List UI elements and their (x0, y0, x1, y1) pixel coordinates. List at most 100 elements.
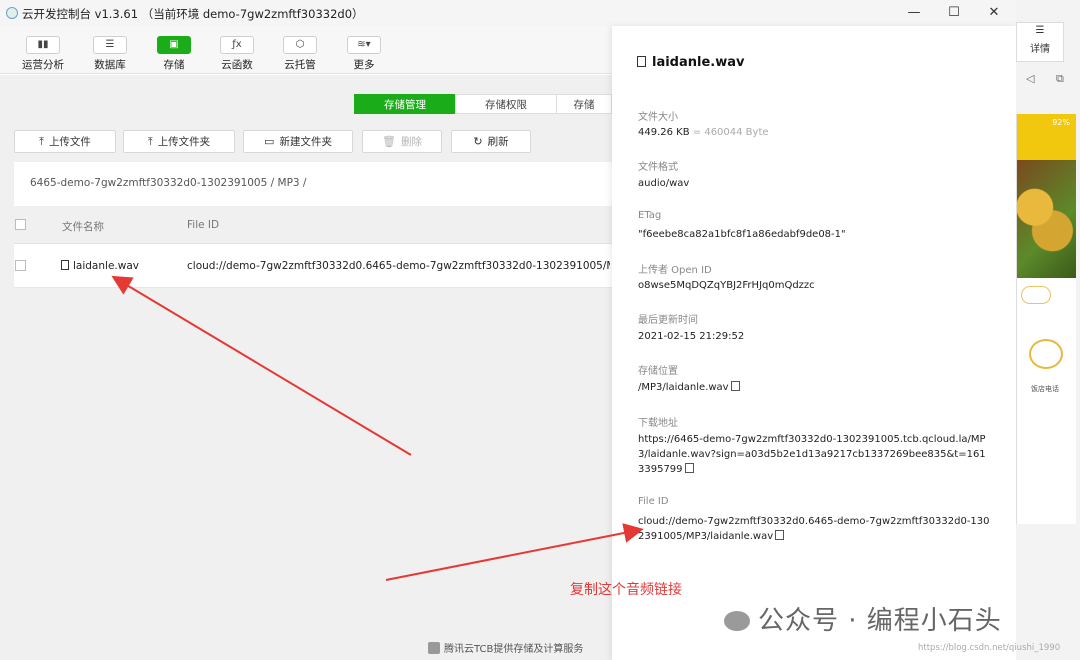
app-logo-icon (6, 7, 18, 19)
storage-main: 存储管理 存储权限 存储 ⤒ 上传文件 ⤒ 上传文件夹 ▭ 新建文件夹 🗑 删除 ↻ 刷新… (0, 75, 612, 660)
button-label: 刷新 (487, 136, 509, 148)
delete-button[interactable]: 🗑 删除 (362, 130, 442, 153)
main-toolbar: ▮▮ 运营分析 ☰ 数据库 ▣ 存储 ƒx 云函数 ⬡ 云托管 ≋▾ 更多 (0, 26, 612, 74)
breadcrumb: 6465-demo-7gw2zmftf30332d0-1302391005 / … (14, 162, 612, 206)
phone-search-box[interactable] (1021, 286, 1051, 304)
location-text: /MP3/laidanle.wav (638, 382, 729, 393)
refresh-icon: ↻ (473, 135, 483, 148)
toolbar-label: 数据库 (94, 59, 126, 71)
new-folder-button[interactable]: ▭ 新建文件夹 (243, 130, 353, 153)
table-row[interactable]: laidanle.wav cloud://demo-7gw2zmftf30332… (14, 244, 612, 288)
field-label-uploader: 上传者 Open ID (638, 265, 712, 276)
phone-nav-bar (1017, 132, 1076, 160)
field-label-size: 文件大小 (638, 112, 678, 123)
toolbar-database[interactable]: ☰ 数据库 (82, 36, 138, 72)
toolbar-storage[interactable]: ▣ 存储 (146, 36, 202, 72)
field-label-file-id: File ID (638, 496, 669, 507)
field-value-etag: "f6eebe8ca82a1bfc8f1a86edabf9de08-1" (638, 229, 846, 240)
copy-icon[interactable] (684, 463, 694, 473)
footer-text: 腾讯云TCB提供存储及计算服务 (444, 644, 584, 655)
tab-storage-more[interactable]: 存储 (556, 94, 612, 114)
copy-icon[interactable] (730, 381, 740, 391)
close-button[interactable]: ✕ (979, 3, 1009, 23)
file-id-text: cloud://demo-7gw2zmftf30332d0.6465-demo-… (638, 516, 990, 542)
tab-storage-management[interactable]: 存储管理 (354, 94, 456, 114)
upload-icon: ⤒ (39, 135, 44, 148)
file-id-cell: cloud://demo-7gw2zmftf30332d0.6465-demo-… (187, 260, 610, 272)
csdn-watermark: https://blog.csdn.net/qiushi_1990 (918, 643, 1061, 653)
trash-icon: 🗑 (382, 135, 396, 148)
watermark: 公众号 · 编程小石头 (724, 600, 1002, 637)
menu-icon: ☰ (1035, 25, 1045, 36)
toolbar-cloud-functions[interactable]: ƒx 云函数 (209, 36, 265, 72)
file-icon (61, 260, 69, 270)
field-value-size: 449.26 KB = 460044 Byte (638, 125, 992, 140)
simulator-strip: ☰ 详情 ◁ ⧉ 92% 饭店电话 (1016, 0, 1080, 660)
detail-tab[interactable]: ☰ 详情 (1016, 22, 1064, 62)
field-label-location: 存储位置 (638, 366, 678, 377)
annotation-caption: 复制这个音频链接 (570, 582, 682, 598)
wechat-logo-icon (724, 611, 750, 631)
copy-icon[interactable] (775, 530, 785, 540)
detail-tab-label: 详情 (1030, 44, 1050, 55)
select-all-checkbox[interactable] (15, 219, 26, 230)
detail-title: laidanle.wav (637, 55, 745, 70)
wechat-icon[interactable] (1029, 339, 1063, 369)
button-label: 删除 (400, 136, 422, 148)
upload-file-button[interactable]: ⤒ 上传文件 (14, 130, 116, 153)
window-title: 云开发控制台 v1.3.61 （当前环境 demo-7gw2zmftf30332… (22, 7, 364, 21)
file-detail-panel: laidanle.wav 文件大小 449.26 KB = 460044 Byt… (612, 26, 1016, 660)
maximize-button[interactable]: ☐ (939, 3, 969, 23)
column-header-file-id: File ID (187, 219, 220, 231)
layers-dropdown-icon: ≋▾ (347, 36, 381, 54)
field-value-file-id: cloud://demo-7gw2zmftf30332d0.6465-demo-… (638, 514, 992, 544)
file-name: laidanle.wav (73, 260, 139, 272)
size-bytes: = 460044 Byte (689, 127, 769, 138)
upload-icon: ⤒ (147, 135, 153, 148)
food-banner-image (1017, 160, 1076, 278)
field-value-location: /MP3/laidanle.wav (638, 380, 992, 395)
refresh-button[interactable]: ↻ 刷新 (451, 130, 531, 153)
toolbar-cloud-hosting[interactable]: ⬡ 云托管 (272, 36, 328, 72)
copy-window-icon[interactable]: ⧉ (1056, 72, 1064, 86)
footer-note: 腾讯云TCB提供存储及计算服务 (428, 640, 583, 655)
upload-folder-button[interactable]: ⤒ 上传文件夹 (123, 130, 235, 153)
function-icon: ƒx (220, 36, 254, 54)
bar-chart-icon: ▮▮ (26, 36, 60, 54)
toolbar-label: 存储 (163, 59, 185, 71)
tab-storage-permissions[interactable]: 存储权限 (455, 94, 557, 114)
size-kb: 449.26 KB (638, 127, 690, 138)
toolbar-label: 云托管 (284, 59, 316, 71)
field-value-uploader: o8wse5MqDQZqYBJ2FrHJq0mQdzzc (638, 280, 815, 291)
title-bar: 云开发控制台 v1.3.61 （当前环境 demo-7gw2zmftf30332… (0, 0, 1080, 26)
field-label-etag: ETag (638, 210, 662, 221)
button-label: 上传文件夹 (157, 136, 211, 148)
field-label-updated: 最后更新时间 (638, 315, 698, 326)
toolbar-label: 运营分析 (22, 59, 64, 71)
row-checkbox[interactable] (15, 260, 26, 271)
phone-status-bar: 92% (1017, 114, 1076, 132)
field-value-updated: 2021-02-15 21:29:52 (638, 331, 745, 342)
breadcrumb-path[interactable]: 6465-demo-7gw2zmftf30332d0-1302391005 / … (30, 177, 306, 189)
field-value-format: audio/wav (638, 178, 690, 189)
database-icon: ☰ (93, 36, 127, 54)
field-value-download-url: https://6465-demo-7gw2zmftf30332d0-13023… (638, 432, 992, 477)
hotel-phone-label: 饭店电话 (1031, 385, 1059, 393)
file-table: 文件名称 File ID laidanle.wav cloud://demo-7… (14, 206, 612, 288)
toolbar-label: 更多 (353, 59, 375, 71)
toolbar-label: 云函数 (221, 59, 253, 71)
speaker-icon[interactable]: ◁ (1026, 72, 1034, 85)
watermark-text: 公众号 · 编程小石头 (758, 606, 1002, 636)
file-name-cell[interactable]: laidanle.wav (61, 260, 139, 272)
minimize-button[interactable]: — (899, 3, 929, 23)
phone-preview: 92% 饭店电话 (1016, 114, 1076, 524)
field-label-format: 文件格式 (638, 162, 678, 173)
tcb-logo-icon (428, 642, 440, 654)
toolbar-more[interactable]: ≋▾ 更多 (336, 36, 392, 72)
toolbar-analytics[interactable]: ▮▮ 运营分析 (15, 36, 71, 72)
field-label-download-url: 下载地址 (638, 418, 678, 429)
button-label: 新建文件夹 (279, 136, 332, 148)
column-header-name: 文件名称 (62, 221, 104, 233)
folder-icon: ▭ (264, 135, 275, 148)
file-icon (637, 56, 646, 67)
